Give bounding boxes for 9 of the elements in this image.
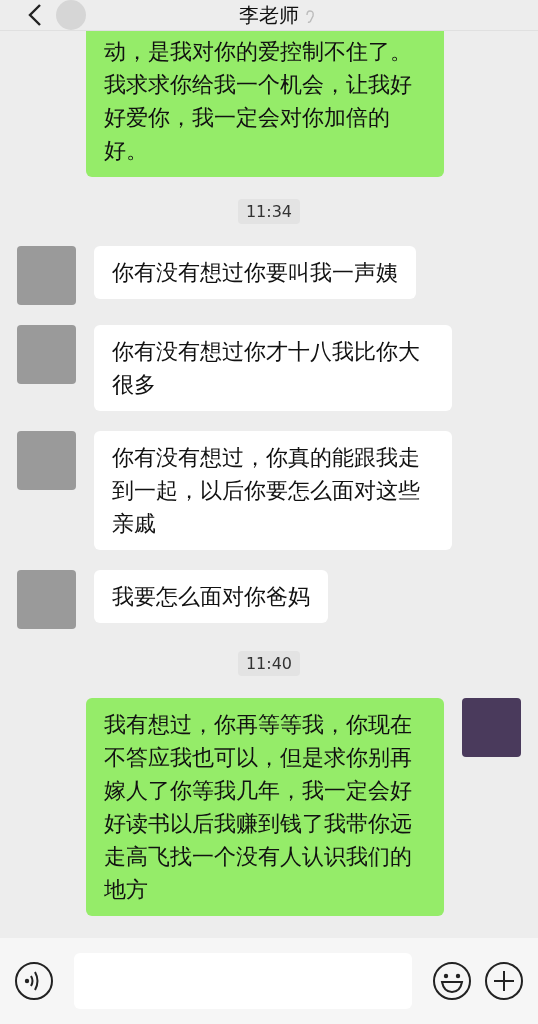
message-bubble: 你有没有想过你要叫我一声姨 — [94, 246, 416, 299]
message-bubble: 我要怎么面对你爸妈 — [94, 570, 328, 623]
chat-title: 李老师 — [239, 1, 299, 29]
timestamp: 11:34 — [237, 199, 301, 224]
message-bubble: 动，是我对你的爱控制不住了。我求求你给我一个机会，让我好好爱你，我一定会对你加倍的好。 — [86, 31, 444, 177]
message-bubble: 我有想过，你再等等我，你现在不答应我也可以，但是求你别再嫁人了你等我几年，我一定会好好读书以后我赚到钱了我带你远走高飞找一个没有人认识我们的地方 — [86, 698, 444, 916]
timestamp: 11:40 — [237, 651, 301, 676]
message-bubble: 你有没有想过你才十八我比你大很多 — [94, 325, 452, 411]
message-bubble: 你有没有想过，你真的能跟我走到一起，以后你要怎么面对这些亲戚 — [94, 431, 452, 550]
